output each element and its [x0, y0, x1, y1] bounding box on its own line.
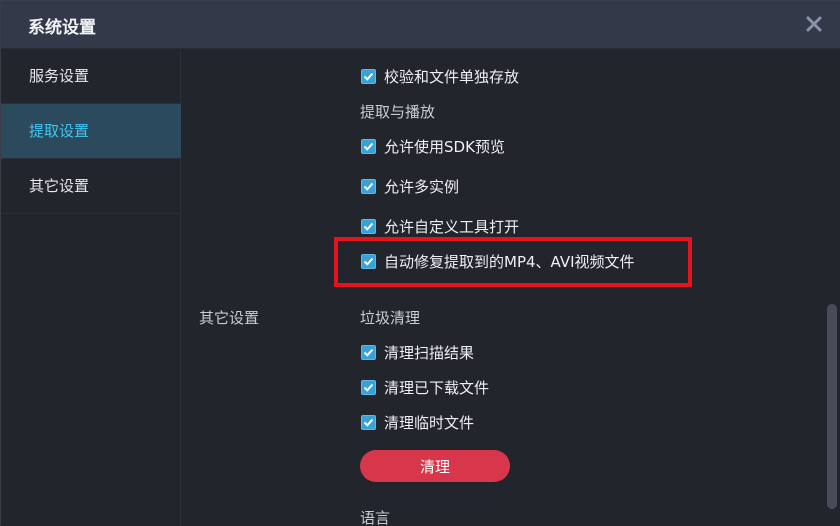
title-bar: 系统设置	[1, 1, 840, 49]
checkbox-row-checksum-separate[interactable]: 校验和文件单独存放	[361, 63, 519, 89]
checkbox-row-clean-downloaded-files[interactable]: 清理已下载文件	[361, 374, 489, 400]
checkbox-row-custom-tool[interactable]: 允许自定义工具打开	[361, 213, 519, 239]
checkbox-checked-icon[interactable]	[361, 138, 376, 154]
checkbox-label: 校验和文件单独存放	[384, 67, 520, 86]
section-title-language: 语言	[360, 509, 391, 526]
checkbox-label: 清理扫描结果	[384, 343, 475, 362]
checkbox-checked-icon[interactable]	[361, 68, 376, 84]
checkbox-checked-icon[interactable]	[361, 414, 376, 430]
checkbox-row-sdk-preview[interactable]: 允许使用SDK预览	[361, 133, 505, 159]
sidebar-item-label: 提取设置	[29, 122, 90, 140]
sidebar-item-service-settings[interactable]: 服务设置	[1, 49, 181, 104]
checkbox-checked-icon[interactable]	[361, 344, 376, 360]
checkbox-label: 允许使用SDK预览	[384, 137, 505, 156]
clean-button[interactable]: 清理	[360, 450, 510, 482]
close-icon[interactable]	[805, 15, 823, 33]
sidebar: 服务设置 提取设置 其它设置	[1, 49, 181, 526]
settings-content: 校验和文件单独存放 提取与播放 允许使用SDK预览 允许多实例 允许自定义工具打…	[181, 49, 840, 526]
section-title-trash-cleanup: 垃圾清理	[360, 309, 421, 327]
checkbox-row-clean-temp-files[interactable]: 清理临时文件	[361, 409, 474, 435]
checkbox-checked-icon[interactable]	[361, 218, 376, 234]
highlight-box	[334, 237, 692, 287]
checkbox-checked-icon[interactable]	[361, 379, 376, 395]
sidebar-item-extract-settings[interactable]: 提取设置	[1, 104, 181, 159]
checkbox-row-multi-instance[interactable]: 允许多实例	[361, 173, 459, 199]
checkbox-label: 允许自定义工具打开	[384, 217, 520, 236]
checkbox-checked-icon[interactable]	[361, 178, 376, 194]
checkbox-row-clean-scan-results[interactable]: 清理扫描结果	[361, 339, 474, 365]
sidebar-item-other-settings[interactable]: 其它设置	[1, 159, 181, 214]
sidebar-item-label: 服务设置	[29, 67, 90, 85]
sidebar-item-label: 其它设置	[29, 177, 90, 195]
scrollbar-thumb[interactable]	[827, 304, 837, 509]
window-title: 系统设置	[28, 18, 96, 38]
section-title-extract-playback: 提取与播放	[360, 103, 436, 121]
checkbox-label: 清理已下载文件	[384, 378, 490, 397]
checkbox-label: 清理临时文件	[384, 413, 475, 432]
group-label-other-settings: 其它设置	[199, 309, 260, 327]
settings-window: 系统设置 服务设置 提取设置 其它设置 校验和文件单独存放 提取与播放 允许使用…	[0, 0, 840, 526]
checkbox-label: 允许多实例	[384, 177, 460, 196]
